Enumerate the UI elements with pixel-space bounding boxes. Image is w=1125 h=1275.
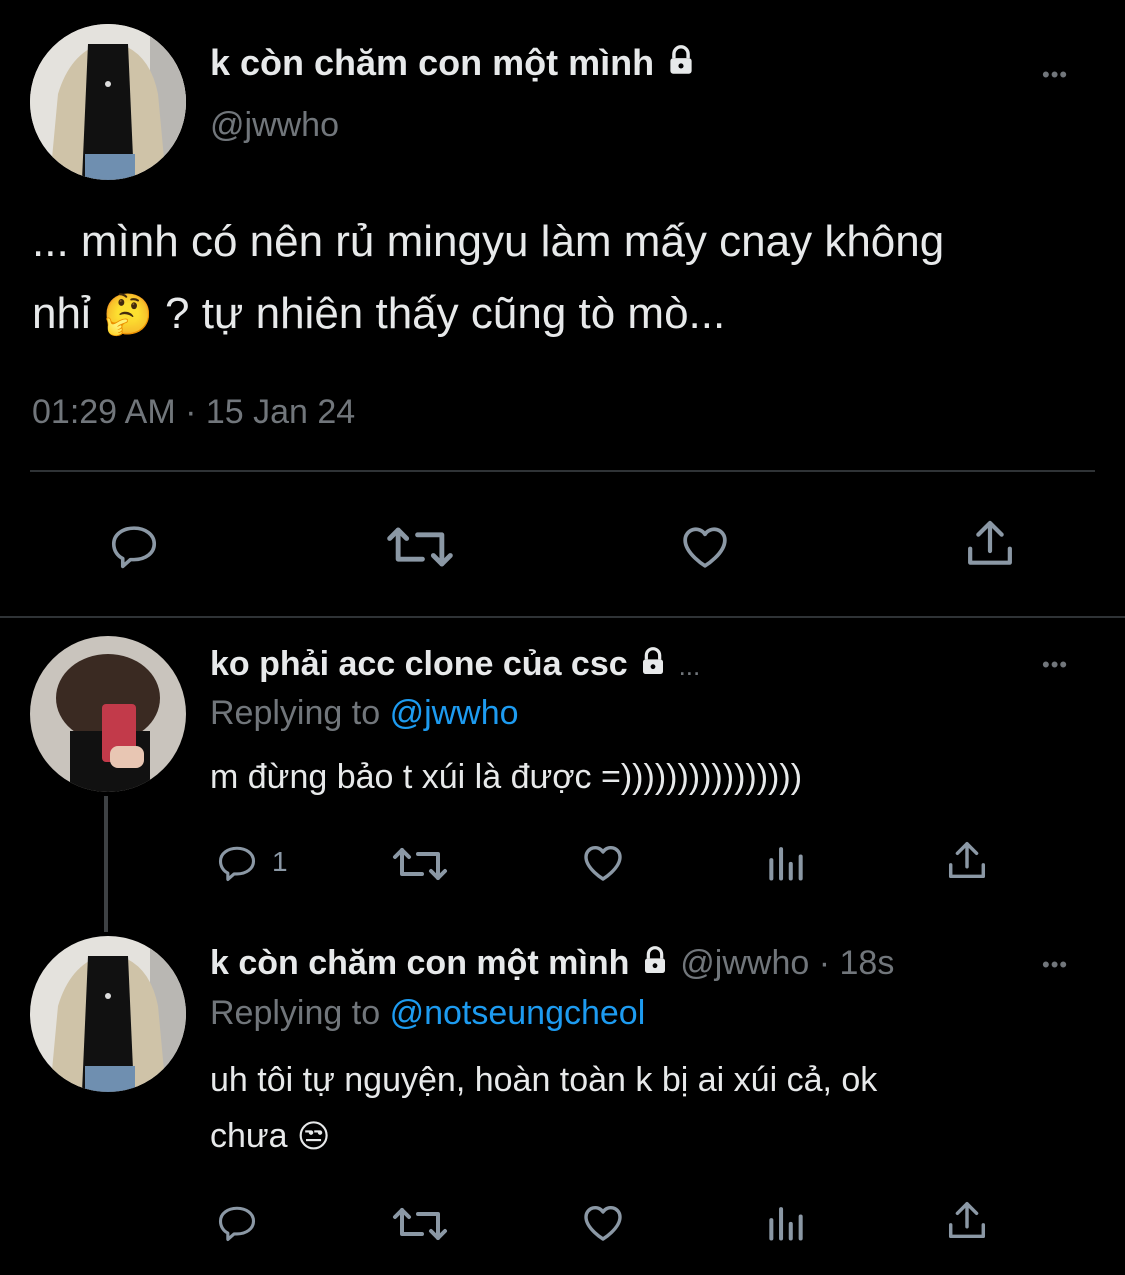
section-divider bbox=[0, 616, 1125, 618]
more-icon[interactable]: ••• bbox=[1042, 652, 1068, 678]
like-icon[interactable] bbox=[578, 838, 628, 886]
reply2-text: uh tôi tự nguyện, hoàn toàn k bị ai xúi … bbox=[210, 1061, 878, 1155]
reply2-replying-to: Replying to @notseungcheol bbox=[210, 994, 646, 1032]
lock-icon bbox=[670, 45, 692, 74]
divider bbox=[30, 470, 1095, 472]
retweet-icon[interactable] bbox=[392, 1202, 448, 1246]
lock-icon bbox=[643, 647, 664, 674]
retweet-icon[interactable] bbox=[392, 842, 448, 886]
thinking-emoji: 🤔 bbox=[102, 293, 153, 337]
reply1-text: m đừng bảo t xúi là được =))))))))))))))… bbox=[210, 758, 803, 796]
timestamp[interactable]: 01:29 AM · 15 Jan 24 bbox=[32, 393, 355, 432]
like-icon[interactable] bbox=[578, 1198, 628, 1246]
reply2-display-name: k còn chăm con một mình bbox=[210, 944, 630, 982]
display-name[interactable]: k còn chăm con một mình bbox=[210, 42, 698, 84]
tweet-text: ... mình có nên rủ mingyu làm mấy cnay k… bbox=[32, 217, 945, 338]
reply-count: 1 bbox=[272, 846, 288, 877]
more-icon[interactable]: ••• bbox=[1042, 62, 1068, 88]
lock-icon bbox=[644, 946, 665, 973]
avatar-reply2[interactable] bbox=[30, 936, 186, 1092]
reply-icon[interactable] bbox=[214, 1200, 260, 1244]
mention-link[interactable]: @jwwho bbox=[390, 694, 519, 732]
share-icon[interactable] bbox=[962, 516, 1018, 572]
mention-link[interactable]: @notseungcheol bbox=[390, 994, 646, 1032]
handle[interactable]: @jwwho bbox=[210, 106, 339, 145]
like-icon[interactable] bbox=[676, 518, 734, 574]
analytics-icon[interactable] bbox=[764, 840, 808, 884]
reply1-replying-to: Replying to @jwwho bbox=[210, 694, 519, 732]
more-icon[interactable]: ••• bbox=[1042, 952, 1068, 978]
reply1-display-name[interactable]: ko phải acc clone của csc ... bbox=[210, 645, 700, 684]
reply2-header[interactable]: k còn chăm con một mình @jwwho · 18s bbox=[210, 944, 894, 983]
avatar-reply1[interactable] bbox=[30, 636, 186, 792]
reply-icon[interactable] bbox=[214, 840, 260, 884]
share-icon[interactable] bbox=[944, 1198, 990, 1244]
reply-icon[interactable] bbox=[106, 518, 162, 572]
retweet-icon[interactable] bbox=[386, 520, 454, 574]
avatar-main[interactable] bbox=[30, 24, 186, 180]
unamused-emoji: 😒 bbox=[297, 1118, 331, 1154]
analytics-icon[interactable] bbox=[764, 1200, 808, 1244]
thread-line bbox=[104, 796, 108, 932]
share-icon[interactable] bbox=[944, 838, 990, 884]
reply2-handle-time: @jwwho · 18s bbox=[680, 944, 895, 982]
